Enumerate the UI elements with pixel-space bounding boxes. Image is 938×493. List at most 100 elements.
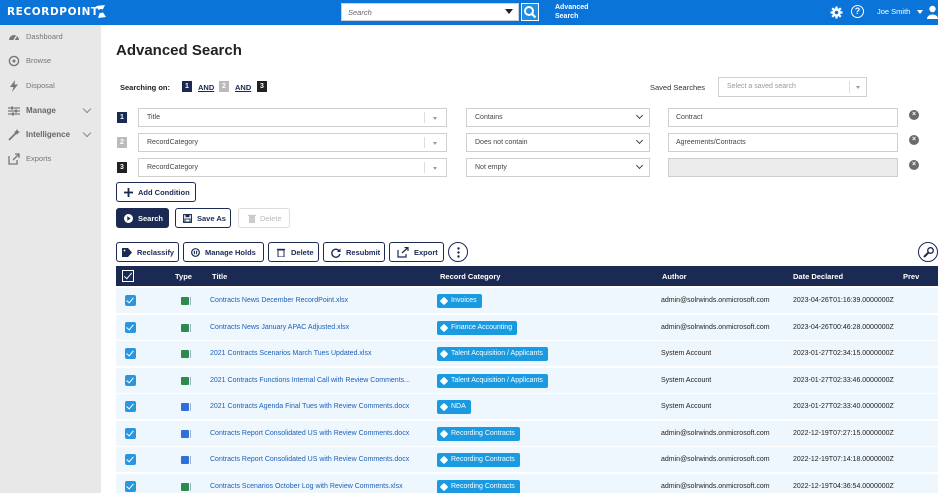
word-file-icon: [181, 403, 191, 411]
record-title-link[interactable]: 2021 Contracts Scenarios March Tues Upda…: [210, 350, 371, 357]
expression-term-1[interactable]: 1: [182, 81, 192, 92]
logo-mark-icon: [96, 5, 106, 18]
condition-operator-select[interactable]: Contains: [466, 108, 650, 127]
record-title-link[interactable]: 2021 Contracts Agenda Final Tues with Re…: [210, 403, 409, 410]
user-menu-caret-icon[interactable]: [917, 10, 923, 14]
record-category-tag[interactable]: Recording Contracts: [437, 453, 520, 467]
row-checkbox[interactable]: [125, 295, 136, 306]
record-date-declared: 2023-04-26T01:16:39.0000000Z: [793, 297, 894, 304]
column-header-title[interactable]: Title: [212, 272, 227, 281]
table-row[interactable]: 2021 Contracts Scenarios March Tues Upda…: [116, 341, 938, 367]
table-row[interactable]: Contracts Report Consolidated US with Re…: [116, 420, 938, 447]
wrench-icon: [923, 247, 934, 258]
condition-field-select[interactable]: RecordCategory: [138, 133, 447, 152]
record-title-link[interactable]: Contracts News December RecordPoint.xlsx: [210, 297, 348, 304]
table-row[interactable]: 2021 Contracts Agenda Final Tues with Re…: [116, 394, 938, 420]
row-checkbox[interactable]: [125, 454, 136, 465]
row-checkbox[interactable]: [125, 480, 136, 492]
play-icon: [124, 214, 133, 223]
user-avatar-icon[interactable]: [927, 5, 938, 19]
add-condition-button[interactable]: Add Condition: [116, 182, 196, 202]
app-logo[interactable]: RECORDPOINT: [7, 6, 99, 18]
record-date-declared: 2023-01-27T02:33:40.0000000Z: [793, 403, 894, 410]
record-title-link[interactable]: 2021 Contracts Functions Internal Call w…: [210, 377, 410, 384]
condition-value-input[interactable]: Agreements/Contracts: [668, 133, 898, 152]
remove-condition-icon[interactable]: ×: [909, 110, 919, 120]
caret-down-icon[interactable]: [433, 117, 437, 120]
saved-search-select[interactable]: Select a saved search: [718, 77, 867, 97]
global-search[interactable]: [341, 3, 519, 21]
condition-field-select[interactable]: RecordCategory: [138, 158, 447, 177]
expression-term-3[interactable]: 3: [257, 81, 267, 92]
record-category-tag[interactable]: Talent Acquisition / Applicants: [437, 347, 548, 361]
column-header-date-declared[interactable]: Date Declared: [793, 272, 843, 281]
resubmit-button[interactable]: Resubmit: [323, 242, 385, 262]
more-options-button[interactable]: [448, 242, 468, 262]
caret-down-icon[interactable]: [856, 86, 860, 89]
row-checkbox[interactable]: [125, 348, 136, 359]
record-title-link[interactable]: Contracts Scenarios October Log with Rev…: [210, 483, 403, 490]
expression-operator-1[interactable]: AND: [198, 83, 214, 92]
caret-down-icon[interactable]: [433, 142, 437, 145]
condition-row-1: 1 Title Contains Contract ×: [0, 108, 938, 128]
condition-row-2: 2 RecordCategory Does not contain Agreem…: [0, 133, 938, 153]
record-title-link[interactable]: Contracts Report Consolidated US with Re…: [210, 456, 409, 463]
column-header-author[interactable]: Author: [662, 272, 687, 281]
table-settings-button[interactable]: [918, 242, 938, 262]
sidebar-item-disposal[interactable]: Disposal: [0, 75, 101, 97]
help-icon[interactable]: ?: [851, 5, 864, 18]
table-row[interactable]: Contracts Scenarios October Log with Rev…: [116, 473, 938, 493]
condition-operator-value: Does not contain: [475, 139, 528, 146]
record-title-link[interactable]: Contracts News January APAC Adjusted.xls…: [210, 324, 349, 331]
reclassify-button[interactable]: Reclassify: [116, 242, 179, 262]
expression-operator-2[interactable]: AND: [235, 83, 251, 92]
condition-value-input[interactable]: Contract: [668, 108, 898, 127]
remove-condition-icon[interactable]: ×: [909, 135, 919, 145]
expression-term-2[interactable]: 2: [219, 81, 229, 92]
record-category-tag[interactable]: NDA: [437, 400, 471, 414]
chevron-down-icon[interactable]: [635, 161, 644, 170]
delete-records-button[interactable]: Delete: [268, 242, 319, 262]
condition-operator-select[interactable]: Does not contain: [466, 133, 650, 152]
row-checkbox[interactable]: [125, 374, 136, 386]
search-input[interactable]: [342, 4, 492, 20]
remove-condition-icon[interactable]: ×: [909, 160, 919, 170]
caret-down-icon[interactable]: [433, 167, 437, 170]
condition-operator-select[interactable]: Not empty: [466, 158, 650, 177]
select-all-checkbox[interactable]: [122, 270, 134, 282]
save-as-button[interactable]: Save As: [175, 208, 231, 228]
table-row[interactable]: Contracts News December RecordPoint.xlsx…: [116, 288, 938, 314]
table-row[interactable]: 2021 Contracts Functions Internal Call w…: [116, 367, 938, 394]
column-header-prev[interactable]: Prev: [903, 272, 919, 281]
sidebar-item-browse[interactable]: Browse: [0, 50, 101, 72]
record-title-link[interactable]: Contracts Report Consolidated US with Re…: [210, 430, 409, 437]
record-category-tag[interactable]: Recording Contracts: [437, 426, 520, 441]
column-header-type[interactable]: Type: [175, 272, 192, 281]
record-category-tag[interactable]: Invoices: [437, 294, 482, 308]
search-button[interactable]: [521, 3, 539, 21]
condition-field-select[interactable]: Title: [138, 108, 447, 127]
chevron-down-icon[interactable]: [635, 136, 644, 145]
record-category-tag[interactable]: Finance Accounting: [437, 320, 518, 335]
row-checkbox[interactable]: [125, 321, 136, 333]
condition-operator-value: Contains: [475, 114, 503, 121]
export-button[interactable]: Export: [389, 242, 444, 262]
record-category-tag[interactable]: Recording Contracts: [437, 479, 520, 493]
manage-holds-button[interactable]: Manage Holds: [183, 242, 264, 262]
gear-icon[interactable]: [830, 6, 843, 19]
search-submit-button[interactable]: Search: [116, 208, 169, 228]
column-header-record-category[interactable]: Record Category: [440, 272, 500, 281]
condition-number: 2: [117, 137, 127, 148]
record-author: admin@solrwinds.onmicrosoft.com: [661, 482, 770, 490]
table-row[interactable]: Contracts News January APAC Adjusted.xls…: [116, 314, 938, 341]
sidebar-item-dashboard[interactable]: Dashboard: [0, 26, 101, 48]
row-checkbox[interactable]: [125, 427, 136, 439]
chevron-down-icon[interactable]: [635, 111, 644, 120]
record-category-tag[interactable]: Talent Acquisition / Applicants: [437, 373, 548, 388]
user-name[interactable]: Joe Smith: [877, 7, 910, 16]
row-checkbox[interactable]: [125, 401, 136, 412]
search-submit-label: Search: [138, 214, 164, 223]
advanced-search-link[interactable]: Advanced Search: [555, 3, 595, 21]
table-row[interactable]: Contracts Report Consolidated US with Re…: [116, 447, 938, 473]
search-scope-dropdown-icon[interactable]: [505, 9, 513, 14]
